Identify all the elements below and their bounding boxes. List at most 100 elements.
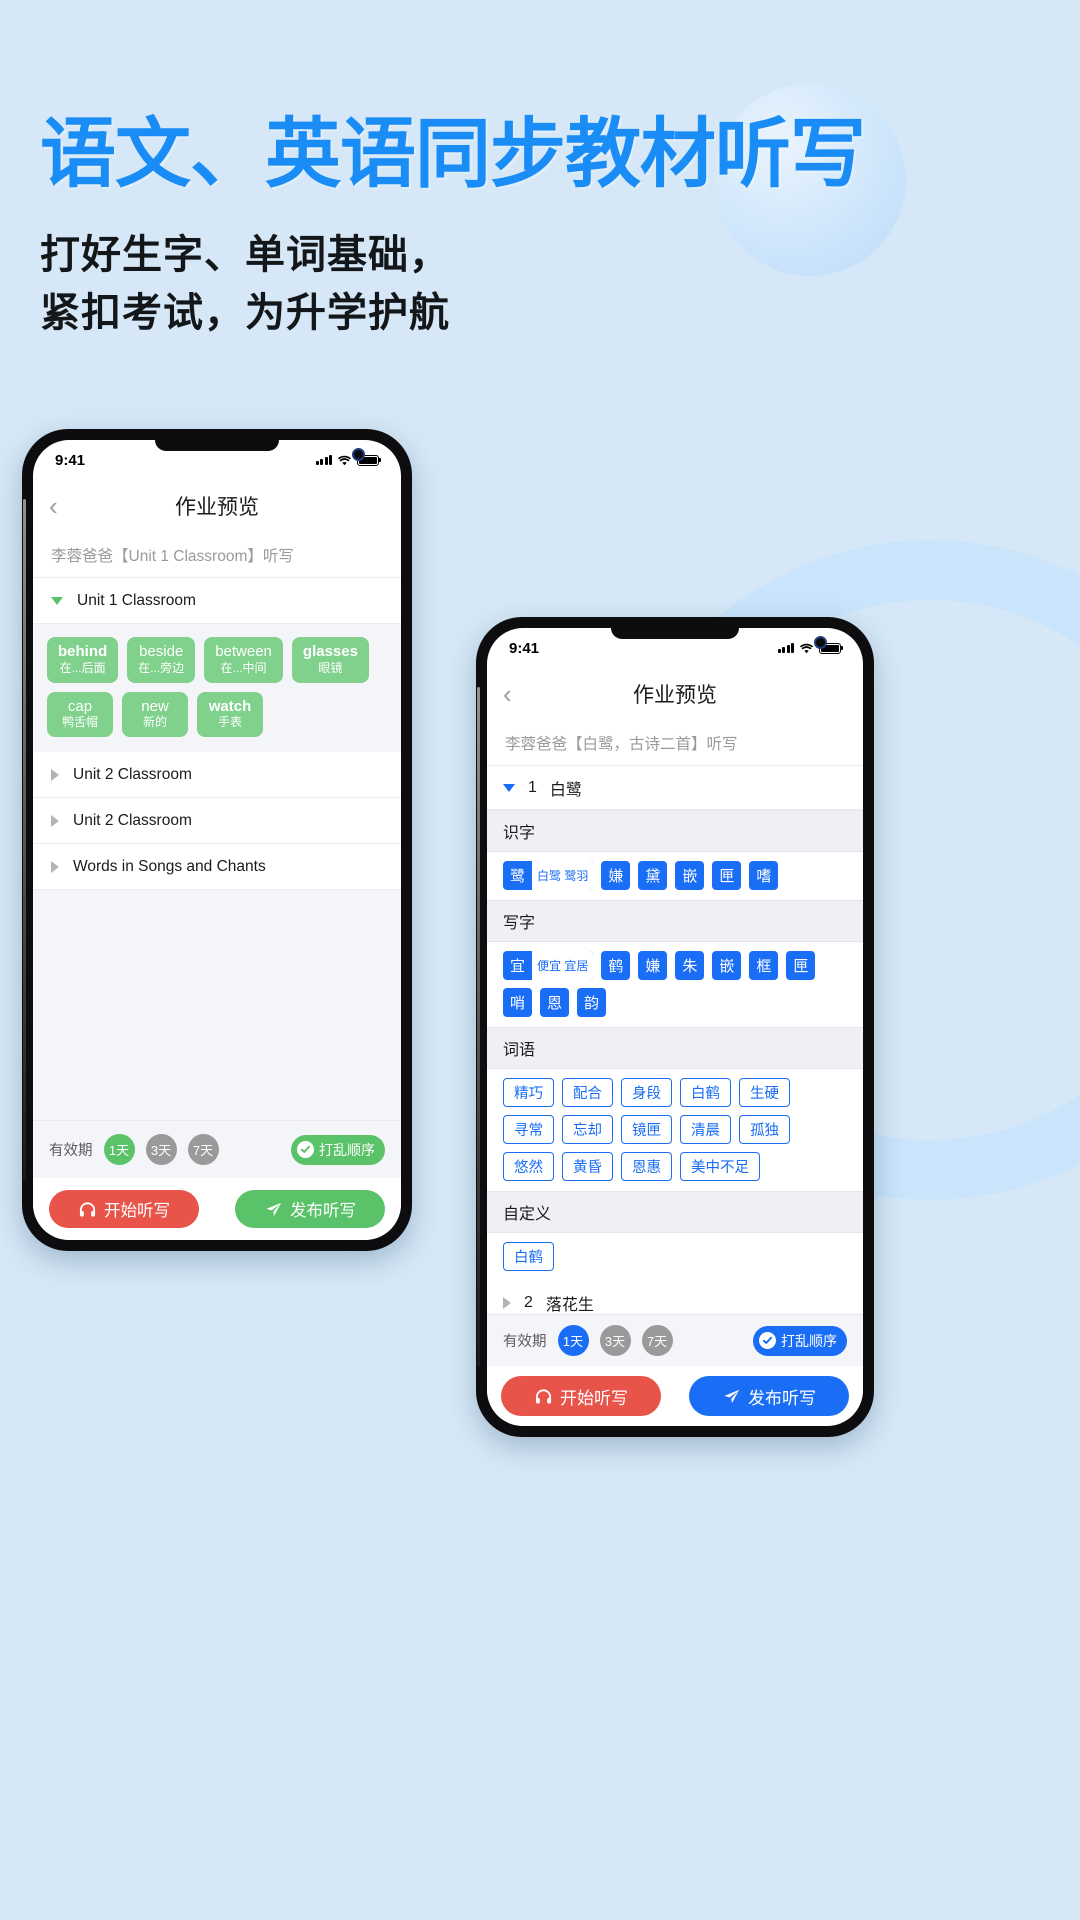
chevron-left-icon[interactable]: ‹: [49, 491, 58, 522]
char-chip[interactable]: 黛: [638, 861, 668, 890]
section-heading-xiezi: 写字: [487, 900, 863, 942]
word-chip[interactable]: glasses 眼镜: [291, 637, 369, 683]
send-icon: [264, 1200, 283, 1219]
lesson-number: 1: [528, 778, 537, 796]
word-chip-en: watch: [208, 697, 252, 715]
char-chip[interactable]: 嵌: [712, 951, 742, 980]
cellular-bars-icon: [315, 455, 332, 465]
headset-icon: [534, 1387, 553, 1406]
word-chip-cn: 在...后面: [59, 660, 106, 675]
word-chip-cn: 手表: [217, 715, 242, 730]
vocab-chip[interactable]: 白鹤: [680, 1078, 731, 1107]
vocab-chip[interactable]: 恩惠: [621, 1152, 672, 1181]
validity-option-3day[interactable]: 3天: [145, 1134, 177, 1165]
word-chip-cn: 在...中间: [220, 660, 267, 675]
word-chip[interactable]: new 新的: [122, 691, 188, 738]
lesson-row-songs[interactable]: Words in Songs and Chants: [33, 844, 401, 891]
chevron-right-icon: [51, 814, 59, 827]
chevron-right-icon: [51, 860, 59, 873]
vocab-chip[interactable]: 清晨: [680, 1115, 731, 1144]
notch: [611, 628, 739, 639]
vocab-chip[interactable]: 悠然: [503, 1152, 554, 1181]
section-heading-shizi: 识字: [487, 810, 863, 852]
char-glyph: 鹭: [509, 868, 525, 885]
vocab-chip[interactable]: 寻常: [503, 1115, 554, 1144]
start-dictation-button[interactable]: 开始听写: [49, 1190, 199, 1228]
word-chip[interactable]: beside 在...旁边: [127, 637, 196, 683]
lesson-label: Words in Songs and Chants: [73, 857, 266, 875]
char-chip[interactable]: 恩: [540, 988, 569, 1017]
word-chip[interactable]: behind 在...后面: [47, 637, 119, 683]
vocab-chip[interactable]: 生硬: [739, 1078, 790, 1107]
char-chip[interactable]: 嵌: [675, 861, 705, 890]
word-chip[interactable]: watch 手表: [197, 691, 263, 738]
validity-label: 有效期: [49, 1143, 93, 1159]
camera-dot-icon: [814, 636, 827, 649]
char-chip[interactable]: 嫌: [638, 951, 668, 980]
lesson-row-closed[interactable]: 2 落花生: [487, 1281, 863, 1314]
vocab-chip[interactable]: 孤独: [739, 1115, 790, 1144]
publish-dictation-button[interactable]: 发布听写: [235, 1190, 385, 1228]
vocab-chip[interactable]: 忘却: [562, 1115, 613, 1144]
shuffle-toggle[interactable]: 打乱顺序: [291, 1134, 385, 1165]
char-chip[interactable]: 嫌: [601, 861, 631, 890]
char-chip[interactable]: 朱: [675, 951, 705, 980]
validity-option-7day[interactable]: 7天: [641, 1325, 673, 1356]
start-dictation-label: 开始听写: [560, 1388, 628, 1408]
phone-mockup-left: 9:41 ‹ 作业预览 李蓉爸爸【Unit 1 Classroom】听写 Uni…: [22, 429, 412, 1251]
content-scroll-area[interactable]: 1 白鹭 识字 鹭 白鹭 鹭羽 嫌 黛 嵌 匣 嗜 写字 宜 便宜 宜居 鹤 嫌…: [487, 766, 863, 1314]
wifi-icon: [799, 643, 814, 654]
check-circle-icon: [297, 1141, 314, 1158]
vocab-chip[interactable]: 白鹤: [503, 1242, 554, 1271]
word-chip-row-ciyu: 精巧 配合 身段 白鹤 生硬 寻常 忘却 镜匣 清晨 孤独 悠然 黄昏 恩惠 美…: [487, 1069, 863, 1191]
lesson-number: 2: [524, 1293, 533, 1311]
camera-dot-icon: [352, 448, 365, 461]
content-scroll-area[interactable]: Unit 1 Classroom behind 在...后面 beside 在.…: [33, 578, 401, 1120]
notch: [155, 440, 279, 451]
char-chip[interactable]: 匣: [712, 861, 742, 890]
word-chip[interactable]: cap 鸭舌帽: [47, 691, 113, 738]
navigation-bar: ‹ 作业预览: [487, 668, 863, 720]
word-chip[interactable]: between 在...中间: [204, 637, 283, 683]
char-example-words: 白鹭 鹭羽: [532, 861, 594, 890]
vocab-chip[interactable]: 身段: [621, 1078, 672, 1107]
validity-bar: 有效期 1天 3天 7天 打乱顺序: [33, 1120, 401, 1178]
shuffle-toggle[interactable]: 打乱顺序: [753, 1325, 847, 1356]
start-dictation-label: 开始听写: [104, 1202, 170, 1220]
char-chip[interactable]: 韵: [577, 988, 606, 1017]
screen-right: 9:41 ‹ 作业预览 李蓉爸爸【白鹭，古诗二首】听写 1 白鹭 识字 鹭 白鹭…: [487, 628, 863, 1426]
validity-bar: 有效期 1天 3天 7天 打乱顺序: [487, 1314, 863, 1366]
section-heading-ciyu: 词语: [487, 1027, 863, 1069]
lesson-row-open[interactable]: 1 白鹭: [487, 766, 863, 810]
char-chip[interactable]: 鹤: [601, 951, 631, 980]
check-circle-icon: [759, 1332, 776, 1349]
chevron-left-icon[interactable]: ‹: [503, 679, 512, 710]
vocab-chip[interactable]: 镜匣: [621, 1115, 672, 1144]
char-chip[interactable]: 匣: [786, 951, 816, 980]
chevron-down-icon: [503, 783, 515, 792]
char-chip-with-words[interactable]: 鹭 白鹭 鹭羽: [503, 861, 594, 890]
lesson-row-unit2a[interactable]: Unit 2 Classroom: [33, 752, 401, 799]
char-chip[interactable]: 框: [749, 951, 779, 980]
validity-option-3day[interactable]: 3天: [599, 1325, 631, 1356]
vocab-chip[interactable]: 精巧: [503, 1078, 554, 1107]
char-chip[interactable]: 哨: [503, 988, 532, 1017]
lesson-row-unit1[interactable]: Unit 1 Classroom: [33, 578, 401, 624]
vocab-chip[interactable]: 美中不足: [680, 1152, 760, 1181]
start-dictation-button[interactable]: 开始听写: [501, 1376, 661, 1416]
validity-option-1day[interactable]: 1天: [557, 1325, 589, 1356]
validity-option-1day[interactable]: 1天: [103, 1134, 135, 1165]
vocab-chip[interactable]: 黄昏: [562, 1152, 613, 1181]
vocab-chip[interactable]: 配合: [562, 1078, 613, 1107]
wifi-icon: [337, 455, 352, 466]
assignment-subtitle: 李蓉爸爸【白鹭，古诗二首】听写: [487, 720, 863, 766]
lesson-row-unit2b[interactable]: Unit 2 Classroom: [33, 798, 401, 845]
lesson-label: Unit 2 Classroom: [73, 811, 192, 829]
validity-option-7day[interactable]: 7天: [187, 1134, 219, 1165]
char-glyph: 宜: [509, 958, 525, 975]
char-chip[interactable]: 嗜: [749, 861, 779, 890]
word-chip-grid: behind 在...后面 beside 在...旁边 between 在...…: [33, 624, 401, 753]
navigation-bar: ‹ 作业预览: [33, 480, 401, 532]
publish-dictation-button[interactable]: 发布听写: [689, 1376, 849, 1416]
char-chip-with-words[interactable]: 宜 便宜 宜居: [503, 951, 594, 980]
